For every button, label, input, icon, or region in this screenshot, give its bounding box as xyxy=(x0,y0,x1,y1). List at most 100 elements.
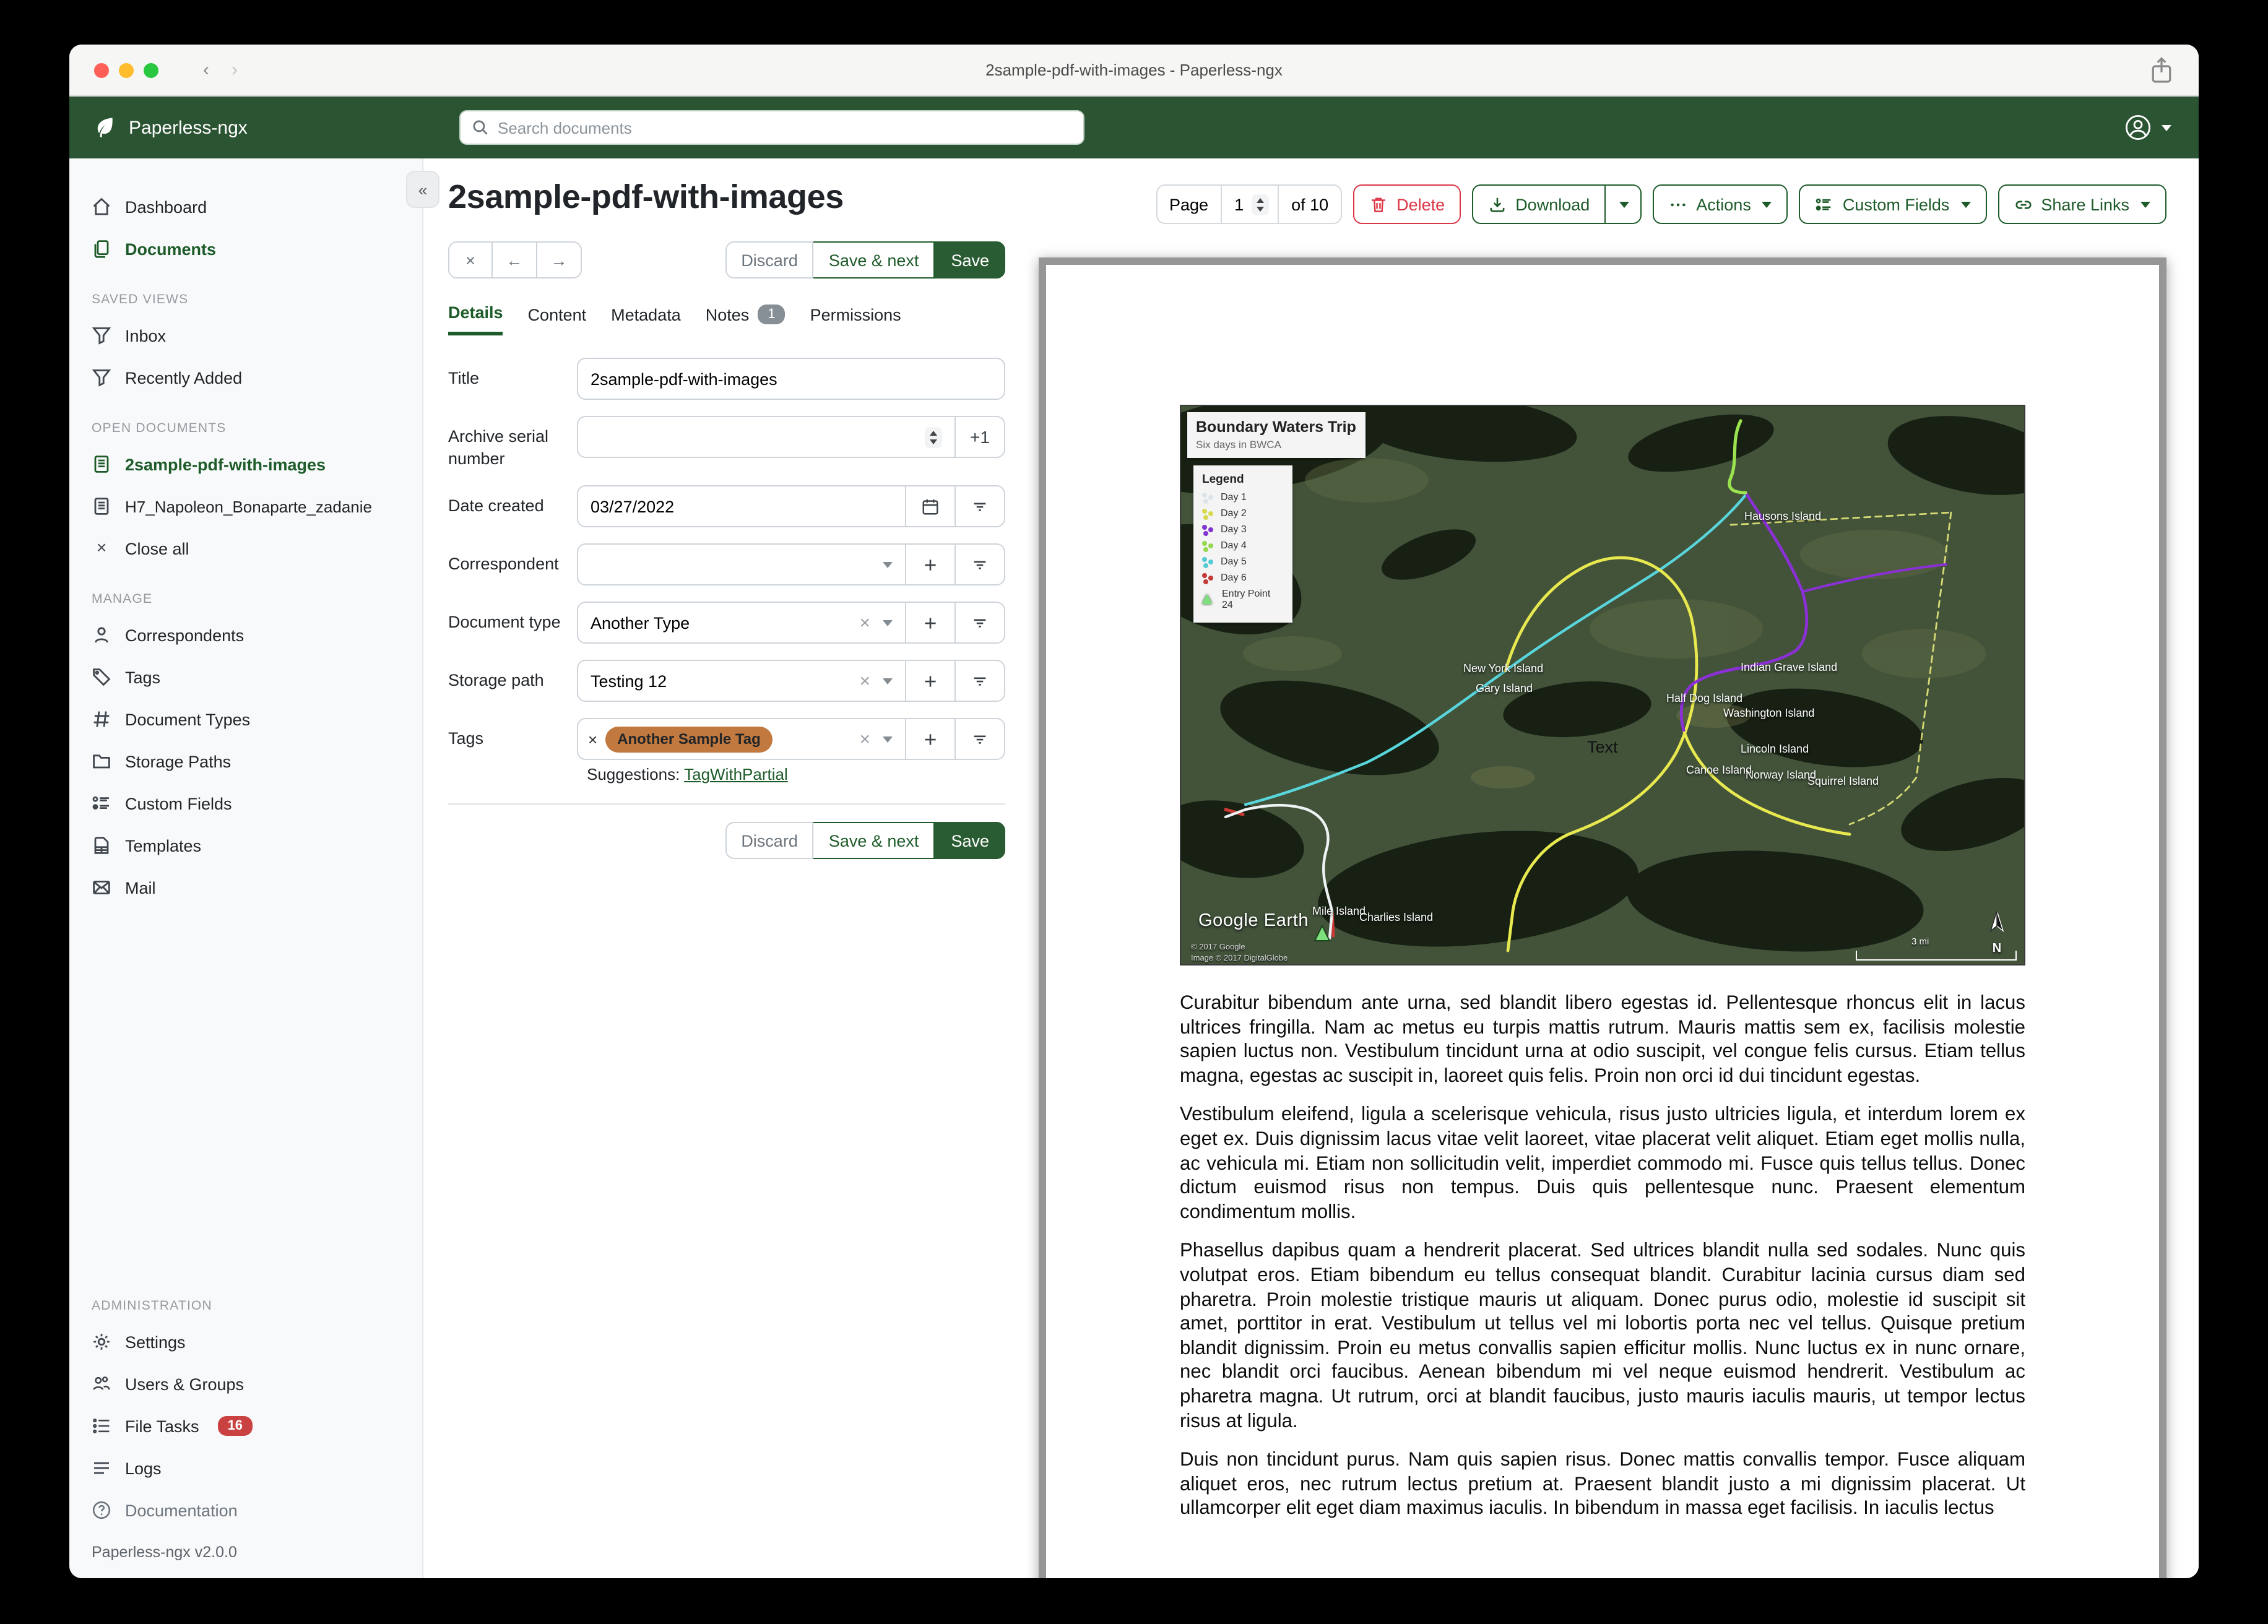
tags-filter-button[interactable] xyxy=(956,718,1005,761)
sidebar-item-file-tasks[interactable]: File Tasks 16 xyxy=(69,1405,422,1447)
add-storage-path-button[interactable] xyxy=(906,660,956,702)
discard-button[interactable]: Discard xyxy=(725,822,814,860)
sidebar-item-documents[interactable]: Documents xyxy=(69,228,422,270)
close-button[interactable] xyxy=(94,63,109,77)
asn-increment-button[interactable]: +1 xyxy=(956,416,1005,458)
save-next-button[interactable]: Save & next xyxy=(813,822,935,860)
sidebar-item-inbox[interactable]: Inbox xyxy=(69,314,422,356)
document-type-label: Document type xyxy=(448,613,561,632)
tab-details[interactable]: Details xyxy=(448,303,503,335)
sidebar-item-storage-paths[interactable]: Storage Paths xyxy=(69,740,422,782)
document-preview[interactable]: Hausons Island New York Island Gary Isla… xyxy=(1039,257,2166,1578)
save-next-button[interactable]: Save & next xyxy=(813,241,935,279)
date-created-input[interactable]: 03/27/2022 xyxy=(577,485,906,528)
tab-metadata[interactable]: Metadata xyxy=(611,303,681,335)
asn-input[interactable] xyxy=(577,416,956,458)
titlebar: ‹ › 2sample-pdf-with-images - Paperless-… xyxy=(69,45,2199,97)
title-input[interactable]: 2sample-pdf-with-images xyxy=(577,358,1005,400)
user-menu[interactable] xyxy=(2124,114,2171,141)
actions-button[interactable]: Actions xyxy=(1653,184,1788,224)
correspondent-select[interactable] xyxy=(577,543,906,586)
add-correspondent-button[interactable] xyxy=(906,543,956,586)
remove-tag-icon[interactable]: × xyxy=(588,730,597,748)
sidebar-item-document-types[interactable]: Document Types xyxy=(69,698,422,740)
tag-pill[interactable]: Another Sample Tag xyxy=(605,726,773,753)
close-doc-button[interactable]: × xyxy=(448,241,493,279)
clear-icon[interactable]: × xyxy=(859,730,870,748)
tab-notes[interactable]: Notes 1 xyxy=(706,303,786,335)
day2-marker-icon xyxy=(1202,508,1207,513)
chevron-down-icon xyxy=(1762,201,1772,207)
share-links-button[interactable]: Share Links xyxy=(1997,184,2166,224)
sidebar-item-correspondents[interactable]: Correspondents xyxy=(69,614,422,656)
tags-select[interactable]: × Another Sample Tag × xyxy=(577,718,906,761)
add-tag-button[interactable] xyxy=(906,718,956,761)
clear-icon[interactable]: × xyxy=(859,672,870,690)
sidebar-item-label: Settings xyxy=(125,1332,186,1351)
tab-content[interactable]: Content xyxy=(528,303,587,335)
save-button[interactable]: Save xyxy=(935,822,1005,860)
correspondent-filter-button[interactable] xyxy=(956,543,1005,586)
map-label: Norway Island xyxy=(1746,769,1817,781)
sidebar-collapse-button[interactable]: « xyxy=(406,171,439,208)
add-document-type-button[interactable] xyxy=(906,602,956,644)
sidebar-item-logs[interactable]: Logs xyxy=(69,1447,422,1489)
tab-permissions[interactable]: Permissions xyxy=(810,303,901,335)
brand-name: Paperless-ngx xyxy=(129,117,248,138)
back-icon[interactable]: ‹ xyxy=(203,59,209,80)
sidebar-item-recently-added[interactable]: Recently Added xyxy=(69,356,422,399)
sidebar-item-dashboard[interactable]: Dashboard xyxy=(69,186,422,228)
storage-path-filter-button[interactable] xyxy=(956,660,1005,702)
clear-icon[interactable]: × xyxy=(859,613,870,632)
sidebar-item-tags[interactable]: Tags xyxy=(69,656,422,698)
doc-nav-group: × ← → xyxy=(448,241,582,279)
minimize-button[interactable] xyxy=(119,63,134,77)
storage-path-label: Storage path xyxy=(448,671,544,690)
share-icon[interactable] xyxy=(2149,57,2174,84)
suggestion-link[interactable]: TagWithPartial xyxy=(684,765,788,784)
sidebar-item-close-all[interactable]: × Close all xyxy=(69,527,422,569)
search-icon xyxy=(473,120,488,135)
document-type-filter-button[interactable] xyxy=(956,602,1005,644)
search-box[interactable] xyxy=(459,110,1084,145)
page-number-input[interactable]: 1 xyxy=(1234,195,1244,214)
forward-icon[interactable]: › xyxy=(232,59,238,80)
users-icon xyxy=(92,1374,111,1394)
date-filter-button[interactable] xyxy=(956,485,1005,528)
brand[interactable]: Paperless-ngx xyxy=(69,115,423,140)
sidebar-item-settings[interactable]: Settings xyxy=(69,1321,422,1363)
document-type-select[interactable]: Another Type × xyxy=(577,602,906,644)
sidebar-item-users-groups[interactable]: Users & Groups xyxy=(69,1363,422,1405)
plus-icon xyxy=(921,555,940,574)
next-doc-button[interactable]: → xyxy=(537,241,582,279)
calendar-button[interactable] xyxy=(906,485,956,528)
map-label: Hausons Island xyxy=(1744,510,1822,522)
saved-views-heading: SAVED VIEWS xyxy=(92,292,189,307)
storage-path-select[interactable]: Testing 12 × xyxy=(577,660,906,702)
sidebar-item-templates[interactable]: Templates xyxy=(69,824,422,866)
download-button[interactable]: Download xyxy=(1472,184,1606,224)
save-button[interactable]: Save xyxy=(935,241,1005,279)
previous-doc-button[interactable]: ← xyxy=(493,241,537,279)
sidebar-item-label: Mail xyxy=(125,878,156,897)
download-split-button: Download xyxy=(1472,184,1642,224)
zoom-button[interactable] xyxy=(144,63,158,77)
filter-icon xyxy=(971,555,989,574)
app-window: ‹ › 2sample-pdf-with-images - Paperless-… xyxy=(69,45,2199,1578)
asn-spinner[interactable] xyxy=(925,426,942,447)
day1-marker-icon xyxy=(1202,492,1207,497)
delete-button[interactable]: Delete xyxy=(1353,184,1461,224)
sidebar-item-open-doc-1[interactable]: 2sample-pdf-with-images xyxy=(69,443,422,485)
discard-button[interactable]: Discard xyxy=(725,241,814,279)
map-label: Charlies Island xyxy=(1359,911,1434,923)
sidebar-item-custom-fields[interactable]: Custom Fields xyxy=(69,782,422,824)
north-arrow-icon: N xyxy=(1983,910,2010,956)
sidebar-item-documentation[interactable]: Documentation xyxy=(69,1489,422,1531)
sidebar-item-label: Recently Added xyxy=(125,368,243,387)
search-input[interactable] xyxy=(498,118,1072,137)
sidebar-item-mail[interactable]: Mail xyxy=(69,866,422,909)
download-options-button[interactable] xyxy=(1606,184,1642,224)
custom-fields-button[interactable]: Custom Fields xyxy=(1799,184,1987,224)
page-spinner[interactable] xyxy=(1251,194,1269,215)
sidebar-item-open-doc-2[interactable]: H7_Napoleon_Bonaparte_zadanie xyxy=(69,485,422,527)
